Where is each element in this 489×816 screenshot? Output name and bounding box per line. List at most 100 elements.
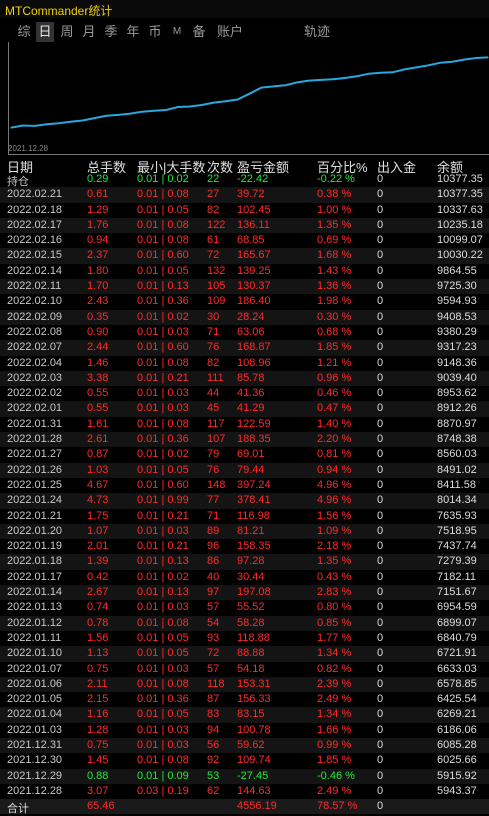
tab-7[interactable]: M [168, 22, 186, 42]
table-row[interactable]: 2022.02.09 0.35 0.01 | 0.02 30 28.24 0.30 % 0 9… [0, 309, 489, 325]
balance-point [153, 110, 155, 112]
tab-3[interactable]: 月 [80, 22, 98, 42]
cell-io: 0 [377, 647, 384, 660]
table-row[interactable]: 2022.01.07 0.75 0.01 | 0.03 57 54.18 0.82 % 0 6… [0, 662, 489, 677]
table-row[interactable]: 2022.02.04 1.46 0.01 | 0.08 82 108.96 1.21 % 0… [0, 356, 489, 371]
table-row[interactable]: 2022.01.04 1.16 0.01 | 0.05 83 83.15 1.34 % 0 6… [0, 707, 489, 723]
cell-minmax: 0.01 | 0.05 [137, 631, 189, 644]
table-row[interactable]: 2022.01.26 1.03 0.01 | 0.05 76 79.44 0.94 % 0 8… [0, 462, 489, 478]
balance-point [201, 104, 203, 106]
cell-pct: 1.85 % [317, 754, 352, 767]
tab-4[interactable]: 季 [102, 22, 120, 42]
table-row[interactable]: 2022.01.21 1.75 0.01 | 0.21 71 116.98 1.56 % 0… [0, 509, 489, 524]
table-row[interactable]: 2022.01.10 1.13 0.01 | 0.05 72 88.88 1.34 % 0 6… [0, 646, 489, 662]
table-row[interactable]: 2022.01.20 1.07 0.01 | 0.03 89 81.21 1.09 % 0 7… [0, 523, 489, 540]
cell-io: 0 [377, 448, 384, 461]
table-row[interactable]: 2022.02.01 0.55 0.01 | 0.03 45 41.29 0.47 % 0 8… [0, 401, 489, 417]
table-row[interactable]: 2022.01.12 0.78 0.01 | 0.08 54 58.28 0.85 % 0 6… [0, 615, 489, 631]
tab-8[interactable]: 备 [190, 22, 208, 42]
cell-count: 92 [207, 754, 220, 767]
cell-io: 0 [377, 800, 384, 813]
table-row[interactable]: 2022.01.14 2.67 0.01 | 0.13 97 197.08 2.83 % 0… [0, 585, 489, 601]
table-row[interactable]: 2022.01.17 0.42 0.01 | 0.02 40 30.44 0.43 % 0 7… [0, 570, 489, 585]
cell-lots: 2.01 [87, 540, 109, 553]
tab-9[interactable]: 账户 [215, 22, 245, 42]
tab-1[interactable]: 日 [36, 22, 54, 42]
balance-line-chart [10, 56, 489, 129]
cell-lots: 2.67 [87, 586, 109, 599]
cell-date: 2022.01.11 [7, 631, 62, 644]
cell-lots: 0.29 [87, 173, 109, 185]
cell-pct: 0.85 % [317, 616, 352, 629]
cell-io: 0 [377, 463, 384, 476]
table-row[interactable]: 2021.12.31 0.75 0.01 | 0.03 56 59.62 0.99 % 0 6… [0, 737, 489, 754]
cell-pct: 2.49 % [317, 693, 352, 706]
table-row[interactable]: 2022.02.14 1.80 0.01 | 0.05 132 139.25 1.43 %… [0, 264, 489, 279]
table-row[interactable]: 2022.02.08 0.90 0.01 | 0.03 71 63.06 0.68 % 0 9… [0, 325, 489, 340]
cell-date: 2021.12.28 [7, 784, 63, 797]
cell-minmax: 0.01 | 0.08 [137, 218, 189, 231]
cell-pct: 1.77 % [317, 631, 352, 644]
cell-pnl: -27.45 [237, 769, 269, 782]
cell-pnl: 153.31 [237, 677, 271, 690]
table-row[interactable]: 2022.02.21 0.61 0.01 | 0.08 27 39.72 0.38 % 0 1… [0, 187, 489, 203]
table-row[interactable]: 2022.01.24 4.73 0.01 | 0.99 77 378.41 4.96 % 0… [0, 493, 489, 509]
table-row[interactable]: 2022.01.06 2.11 0.01 | 0.08 118 153.31 2.39 %… [0, 676, 489, 693]
table-row[interactable]: 2022.01.19 2.01 0.01 | 0.21 96 158.35 2.18 % 0… [0, 539, 489, 554]
cell-minmax: 0.01 | 0.21 [137, 540, 189, 553]
holding-row[interactable]: 持仓 0.29 0.01 | 0.02 22 -22.42 -0.22 % 0 10377.3… [0, 172, 489, 188]
table-row[interactable]: 2022.01.25 4.67 0.01 | 0.60 148 397.24 4.96 %… [0, 478, 489, 493]
table-row[interactable]: 2022.02.18 1.29 0.01 | 0.05 82 102.45 1.00 % 0… [0, 203, 489, 218]
cell-balance: 6633.03 [437, 662, 477, 675]
table-row[interactable]: 2022.01.13 0.74 0.01 | 0.03 57 55.52 0.80 % 0 6… [0, 600, 489, 615]
cell-io: 0 [377, 693, 384, 706]
cell-lots: 0.94 [87, 234, 109, 247]
tab-0[interactable]: 综 [16, 22, 32, 42]
cell-pnl: -22.42 [237, 173, 269, 185]
cell-pnl: 28.24 [237, 310, 265, 323]
tab-5[interactable]: 年 [124, 22, 142, 42]
cell-io: 0 [377, 433, 384, 446]
cell-balance: 6578.85 [437, 677, 477, 690]
cell-date: 合计 [7, 803, 29, 816]
cell-io: 0 [377, 631, 384, 644]
balance-point [284, 84, 286, 86]
tab-6[interactable]: 币 [146, 22, 164, 42]
cell-count: 61 [207, 234, 220, 247]
tab-10[interactable]: 轨迹 [300, 22, 334, 42]
table-row[interactable]: 2022.02.17 1.76 0.01 | 0.08 122 136.11 1.35 %… [0, 217, 489, 234]
cell-date: 2022.02.03 [7, 371, 63, 384]
table-row[interactable]: 2022.02.02 0.55 0.01 | 0.03 44 41.36 0.46 % 0 8… [0, 386, 489, 401]
table-row[interactable]: 2022.02.03 3.38 0.01 | 0.21 111 85.78 0.96 % 0… [0, 370, 489, 387]
table-row[interactable]: 2022.02.11 1.70 0.01 | 0.13 105 130.37 1.36 %… [0, 279, 489, 295]
cell-io: 0 [377, 341, 384, 354]
title-bar: MTCommander统计 [0, 0, 489, 18]
cell-pct: 0.80 % [317, 601, 352, 614]
table-row[interactable]: 2022.02.10 2.43 0.01 | 0.36 109 186.40 1.98 %… [0, 294, 489, 309]
cell-count: 76 [207, 341, 220, 354]
table-row[interactable]: 2022.02.07 2.44 0.01 | 0.60 76 168.87 1.85 % 0… [0, 340, 489, 356]
table-row[interactable]: 2021.12.28 3.07 0.03 | 0.19 62 144.63 2.49 % 0… [0, 784, 489, 799]
cell-count: 122 [207, 218, 226, 231]
tab-2[interactable]: 周 [58, 22, 76, 42]
cell-pnl: 69.01 [237, 448, 265, 461]
table-row[interactable]: 2022.01.18 1.39 0.01 | 0.13 86 97.28 1.35 % 0 7… [0, 554, 489, 570]
table-row[interactable]: 2022.01.03 1.28 0.01 | 0.03 94 100.78 1.66 % 0… [0, 723, 489, 738]
table-row[interactable]: 2022.01.31 1.61 0.01 | 0.08 117 122.59 1.40 %… [0, 417, 489, 432]
cell-balance: 7635.93 [437, 509, 477, 522]
cell-minmax: 0.01 | 0.21 [137, 371, 189, 384]
cell-lots: 0.55 [87, 387, 109, 400]
table-row[interactable]: 2022.02.16 0.94 0.01 | 0.08 61 68.85 0.69 % 0 1… [0, 233, 489, 248]
total-row[interactable]: 合计 65.46 4556.19 78.57 % 0 [0, 799, 489, 816]
table-row[interactable]: 2022.01.05 2.15 0.01 | 0.36 87 156.33 2.49 % 0… [0, 692, 489, 707]
table-row[interactable]: 2022.02.15 2.37 0.01 | 0.60 72 165.67 1.68 % 0… [0, 248, 489, 264]
table-row[interactable]: 2022.01.27 0.87 0.01 | 0.02 79 69.01 0.81 % 0 8… [0, 447, 489, 462]
cell-pnl: 109.74 [237, 754, 271, 767]
table-row[interactable]: 2022.01.11 1.56 0.01 | 0.05 93 118.88 1.77 % 0… [0, 631, 489, 646]
table-row[interactable]: 2022.01.28 2.61 0.01 | 0.36 107 188.35 2.20 %… [0, 432, 489, 448]
cell-pnl: 188.35 [237, 433, 271, 446]
table-row[interactable]: 2021.12.29 0.88 0.01 | 0.09 53 -27.45 -0.46 %… [0, 768, 489, 784]
cell-io: 0 [377, 249, 384, 262]
balance-point [58, 122, 60, 124]
cell-date: 2022.02.07 [7, 341, 63, 354]
